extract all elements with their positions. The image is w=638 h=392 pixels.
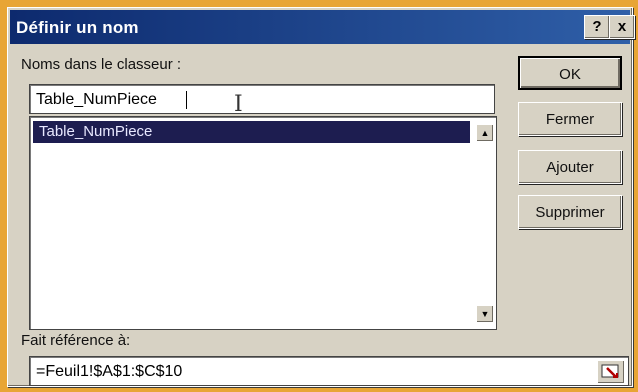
reference-value: =Feuil1!$A$1:$C$10 [36, 363, 183, 380]
title-bar: Définir un nom ? x [10, 10, 635, 44]
range-select-button[interactable] [597, 360, 625, 384]
list-item[interactable]: Table_NumPiece [33, 121, 470, 143]
scroll-down-icon[interactable]: ▼ [476, 305, 494, 323]
ibeam-cursor-icon: I [234, 92, 243, 117]
help-button[interactable]: ? [584, 15, 610, 39]
define-name-dialog: Définir un nom ? x Noms dans le classeur… [7, 7, 635, 387]
close-button[interactable]: x [609, 15, 635, 39]
delete-button[interactable]: Supprimer [518, 195, 622, 229]
text-caret [186, 91, 187, 109]
reference-input[interactable]: =Feuil1!$A$1:$C$10 [29, 356, 629, 386]
scroll-up-icon[interactable]: ▲ [476, 124, 494, 142]
add-button[interactable]: Ajouter [518, 150, 622, 184]
dialog-title: Définir un nom [16, 18, 139, 37]
ok-button[interactable]: OK [518, 56, 622, 90]
names-list[interactable]: Table_NumPiece ▲ ▼ [29, 116, 497, 330]
name-input[interactable]: Table_NumPiece [29, 84, 495, 114]
names-label: Noms dans le classeur : [21, 56, 182, 73]
name-input-value: Table_NumPiece [36, 91, 157, 108]
range-select-icon [601, 364, 619, 378]
close-dialog-button[interactable]: Fermer [518, 102, 622, 136]
reference-label: Fait référence à: [21, 332, 131, 349]
